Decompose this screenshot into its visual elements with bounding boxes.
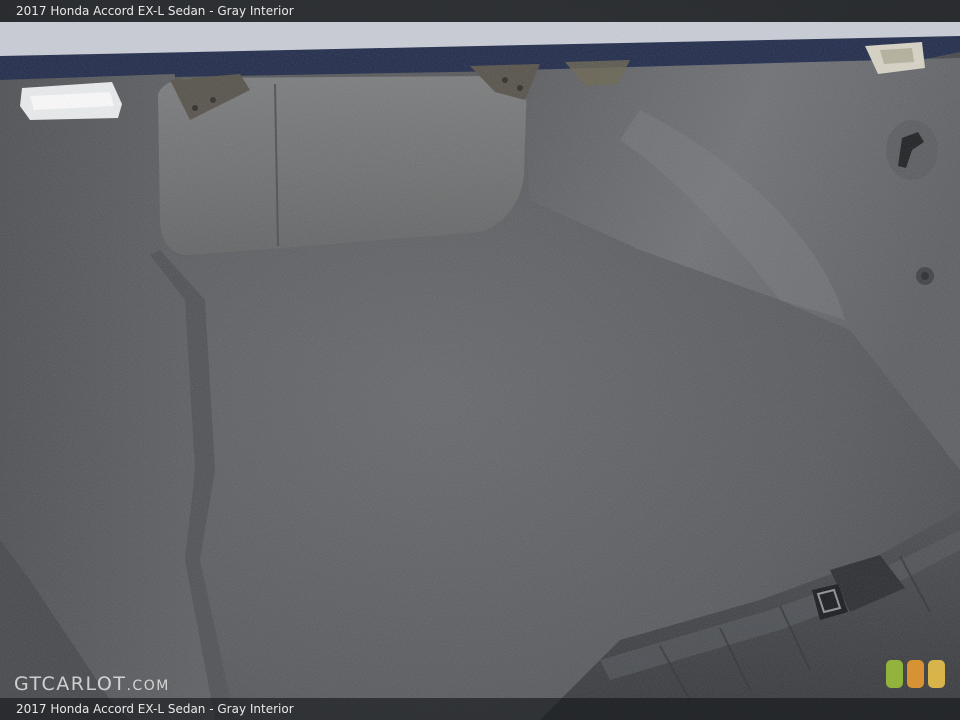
photo-stage: 2017 Honda Accord EX-L Sedan - Gray Inte…	[0, 0, 960, 720]
gtcarlot-logo-icon	[886, 660, 945, 688]
trunk-photo	[0, 0, 960, 720]
watermark-main: GTCARLOT	[14, 673, 127, 695]
watermark-suffix: .COM	[126, 678, 170, 694]
watermark: GTCARLOT.COM	[14, 672, 170, 696]
carpet-texture	[0, 0, 960, 720]
caption-top: 2017 Honda Accord EX-L Sedan - Gray Inte…	[0, 0, 960, 22]
caption-bottom: 2017 Honda Accord EX-L Sedan - Gray Inte…	[0, 698, 960, 720]
